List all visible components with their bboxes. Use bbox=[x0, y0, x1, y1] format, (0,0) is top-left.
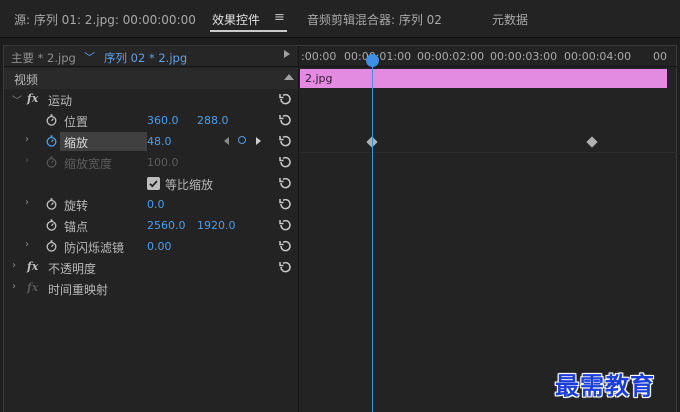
fx-disabled-icon: fx bbox=[27, 281, 39, 294]
stopwatch-icon[interactable] bbox=[46, 240, 57, 252]
stopwatch-disabled-icon bbox=[46, 156, 57, 168]
anchor-y-value[interactable]: 1920.0 bbox=[197, 219, 236, 232]
master-clip-label[interactable]: 主要 * 2.jpg bbox=[11, 50, 76, 66]
antiflicker-row: › 防闪烁滤镜 0.00 bbox=[4, 236, 298, 257]
antiflicker-value[interactable]: 0.00 bbox=[147, 240, 172, 253]
checkmark-icon bbox=[149, 180, 158, 188]
motion-effect-row: ﹀ fx 运动 bbox=[4, 89, 298, 110]
time-remap-label: 时间重映射 bbox=[48, 283, 109, 297]
time-ruler[interactable]: :00:00 00:00:01:00 00:00:02:00 00:00:03:… bbox=[299, 46, 677, 67]
effect-timeline[interactable]: :00:00 00:00:01:00 00:00:02:00 00:00:03:… bbox=[298, 46, 677, 412]
sequence-clip-dropdown[interactable]: 序列 02 * 2.jpg bbox=[104, 50, 187, 66]
ruler-tick-label: :00:00 bbox=[301, 50, 337, 63]
collapsed-chevron-icon[interactable]: › bbox=[25, 239, 29, 250]
scale-width-row: › 缩放宽度 100.0 bbox=[4, 152, 298, 173]
anchor-point-row: 锚点 2560.0 1920.0 bbox=[4, 215, 298, 236]
fx-icon[interactable]: fx bbox=[27, 260, 38, 273]
ruler-tick-label: 00:00:04:00 bbox=[564, 50, 632, 63]
reset-icon[interactable] bbox=[279, 156, 292, 168]
panel-tab-bar: 源: 序列 01: 2.jpg: 00:00:00:00 效果控件 ≡ 音频剪辑… bbox=[0, 0, 680, 38]
reset-icon[interactable] bbox=[279, 177, 292, 189]
scale-width-value: 100.0 bbox=[147, 156, 179, 169]
show-timeline-toggle-icon[interactable] bbox=[284, 50, 290, 58]
reset-icon[interactable] bbox=[279, 219, 292, 231]
collapsed-chevron-icon[interactable]: › bbox=[25, 134, 29, 145]
fx-icon[interactable]: fx bbox=[27, 92, 38, 105]
opacity-effect-row: › fx 不透明度 bbox=[4, 257, 298, 278]
collapsed-chevron-icon[interactable]: › bbox=[12, 281, 16, 292]
position-row: 位置 360.0 288.0 bbox=[4, 110, 298, 131]
reset-icon[interactable] bbox=[279, 198, 292, 210]
reset-icon[interactable] bbox=[279, 114, 292, 126]
add-keyframe-icon[interactable] bbox=[238, 136, 246, 144]
tab-effect-controls[interactable]: 效果控件 bbox=[212, 11, 260, 28]
anchor-x-value[interactable]: 2560.0 bbox=[147, 219, 186, 232]
uniform-scale-checkbox[interactable] bbox=[147, 177, 160, 190]
keyframe-diamond[interactable] bbox=[586, 136, 598, 148]
prev-keyframe-icon[interactable] bbox=[224, 137, 229, 145]
ruler-tick-label: 00:00:03:00 bbox=[490, 50, 558, 63]
position-label: 位置 bbox=[64, 115, 89, 129]
stopwatch-icon[interactable] bbox=[46, 114, 57, 126]
rotation-label: 旋转 bbox=[64, 199, 89, 213]
ruler-tick-label: 00 bbox=[653, 50, 667, 63]
rotation-row: › 旋转 0.0 bbox=[4, 194, 298, 215]
time-remap-effect-row: › fx 时间重映射 bbox=[4, 278, 298, 299]
anchor-point-label: 锚点 bbox=[64, 220, 89, 234]
reset-icon[interactable] bbox=[279, 93, 292, 105]
position-y-value[interactable]: 288.0 bbox=[197, 114, 229, 127]
active-tab-indicator bbox=[210, 30, 287, 32]
scale-label: 缩放 bbox=[64, 136, 89, 150]
panel-menu-icon[interactable]: ≡ bbox=[274, 10, 285, 25]
collapsed-chevron-icon: › bbox=[25, 155, 29, 166]
next-keyframe-icon[interactable] bbox=[256, 137, 261, 145]
clip-name: 2.jpg bbox=[305, 72, 333, 85]
position-x-value[interactable]: 360.0 bbox=[147, 114, 179, 127]
playhead-handle[interactable] bbox=[365, 54, 379, 67]
stopwatch-icon[interactable] bbox=[46, 198, 57, 210]
reset-icon[interactable] bbox=[279, 261, 292, 273]
effect-properties-column: 主要 * 2.jpg ﹀ 序列 02 * 2.jpg 视频 ﹀ fx 运动 位置… bbox=[4, 46, 298, 412]
clip-bar[interactable]: 2.jpg bbox=[300, 69, 667, 88]
video-section-label: 视频 bbox=[14, 73, 39, 87]
video-section-header: 视频 bbox=[4, 68, 298, 89]
collapsed-chevron-icon[interactable]: › bbox=[12, 260, 16, 271]
playhead-line[interactable] bbox=[371, 60, 373, 412]
scale-row: › 缩放 48.0 bbox=[4, 131, 298, 152]
collapsed-chevron-icon[interactable]: › bbox=[25, 197, 29, 208]
rotation-value[interactable]: 0.0 bbox=[147, 198, 165, 211]
reset-icon[interactable] bbox=[279, 135, 292, 147]
tab-source[interactable]: 源: 序列 01: 2.jpg: 00:00:00:00 bbox=[14, 11, 196, 28]
motion-label: 运动 bbox=[48, 94, 73, 108]
reset-icon[interactable] bbox=[279, 240, 292, 252]
uniform-scale-row: 等比缩放 bbox=[4, 173, 298, 194]
expanded-chevron-icon[interactable]: ﹀ bbox=[12, 92, 22, 107]
tab-audio-clip-mixer[interactable]: 音频剪辑混合器: 序列 02 bbox=[307, 11, 442, 28]
effect-controls-panel: 主要 * 2.jpg ﹀ 序列 02 * 2.jpg 视频 ﹀ fx 运动 位置… bbox=[3, 45, 677, 412]
clip-selector-bar: 主要 * 2.jpg ﹀ 序列 02 * 2.jpg bbox=[4, 46, 298, 67]
tab-metadata[interactable]: 元数据 bbox=[492, 11, 528, 28]
collapse-triangle-icon[interactable] bbox=[284, 74, 294, 80]
row-divider bbox=[299, 152, 677, 153]
watermark-text: 最需教育 bbox=[555, 371, 655, 400]
stopwatch-active-icon[interactable] bbox=[46, 135, 57, 147]
ruler-tick-label: 00:00:02:00 bbox=[417, 50, 485, 63]
scale-value[interactable]: 48.0 bbox=[147, 135, 172, 148]
antiflicker-label: 防闪烁滤镜 bbox=[64, 241, 125, 255]
stopwatch-icon[interactable] bbox=[46, 219, 57, 231]
chevron-down-icon[interactable]: ﹀ bbox=[84, 49, 95, 65]
opacity-label: 不透明度 bbox=[48, 262, 97, 276]
uniform-scale-label: 等比缩放 bbox=[165, 178, 214, 192]
scale-width-label: 缩放宽度 bbox=[64, 157, 113, 171]
